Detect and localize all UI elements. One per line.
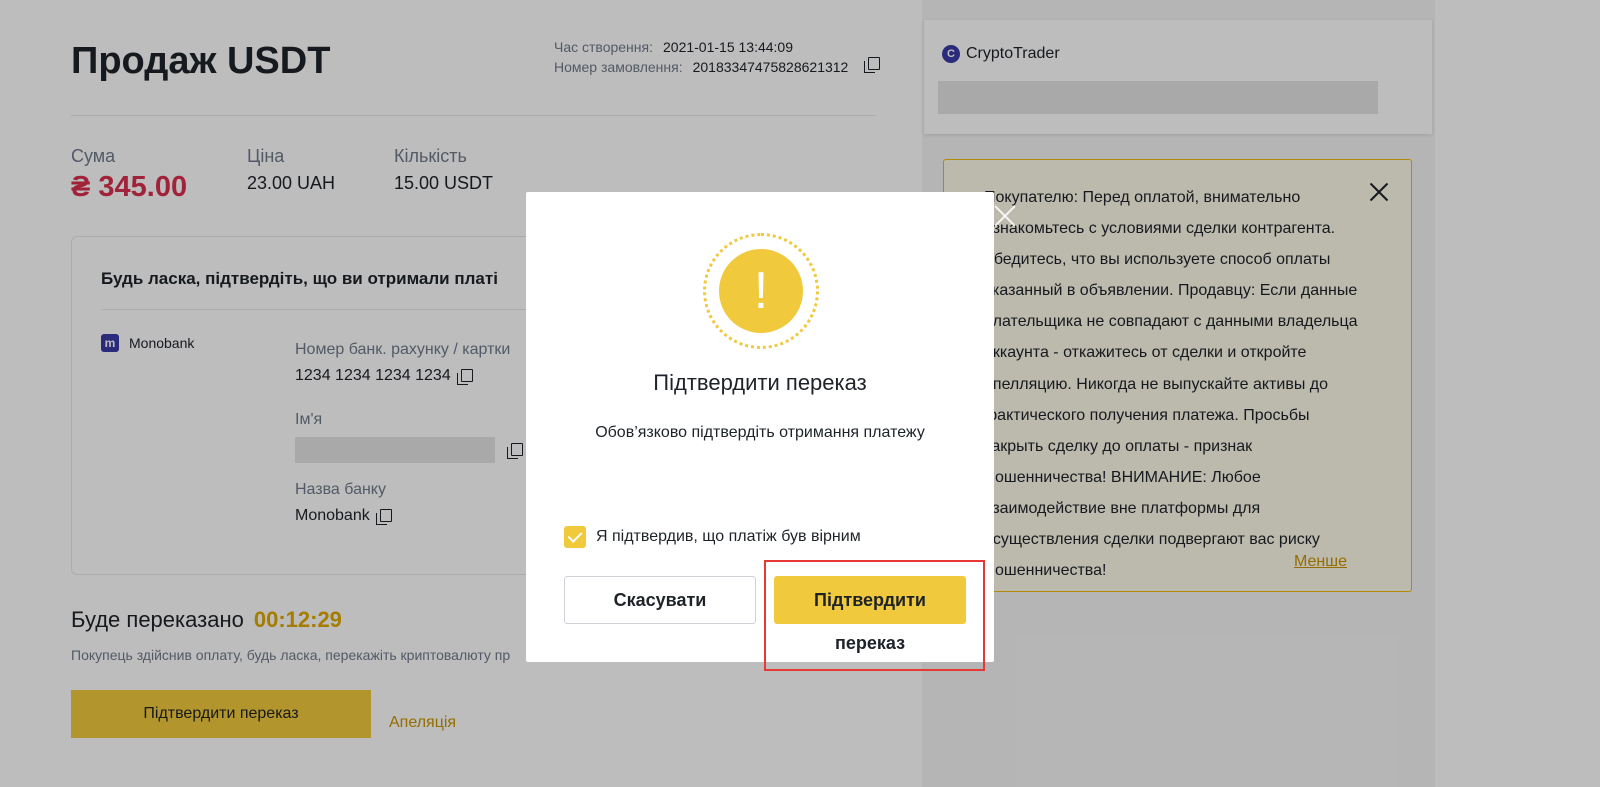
cancel-button[interactable]: Скасувати — [564, 576, 756, 624]
confirm-checkbox[interactable] — [564, 526, 586, 548]
modal-title: Підтвердити переказ — [653, 370, 867, 395]
modal-close-icon[interactable] — [994, 205, 1016, 227]
confirm-checkbox-row[interactable]: Я підтвердив, що платіж був вірним — [564, 526, 861, 548]
modal-subtitle: Обов’язково підтвердіть отримання платеж… — [595, 424, 925, 441]
confirm-checkbox-label: Я підтвердив, що платіж був вірним — [596, 528, 861, 545]
warning-icon: ! — [703, 233, 819, 349]
highlight-box — [764, 560, 985, 671]
